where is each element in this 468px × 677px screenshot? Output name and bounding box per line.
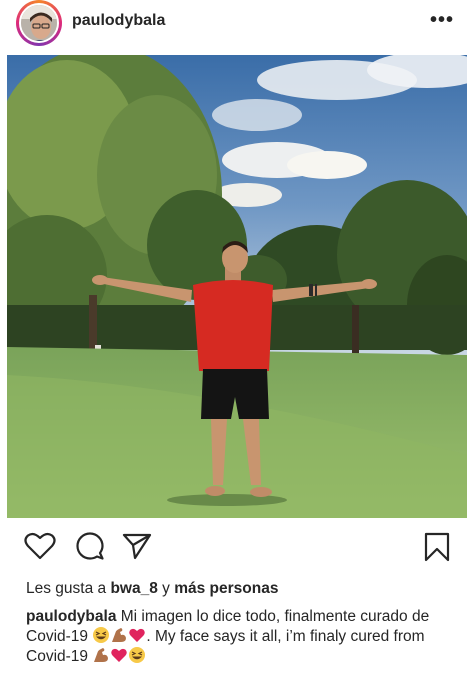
post-username[interactable]: paulodybala [72, 12, 165, 30]
post-caption: paulodybala Mi imagen lo dice todo, fina… [26, 607, 456, 666]
photo-scene [7, 55, 467, 518]
comment-icon[interactable] [75, 532, 105, 562]
more-options-icon[interactable]: ••• [430, 10, 454, 30]
avatar-image [21, 5, 57, 41]
flexed-biceps-icon [94, 648, 109, 662]
post-header: paulodybala ••• [0, 0, 468, 46]
likes-middle: y [157, 580, 175, 597]
share-direct-icon[interactable] [122, 532, 152, 560]
avatar[interactable] [19, 3, 59, 43]
caption-username[interactable]: paulodybala [26, 608, 116, 625]
action-bar [0, 528, 468, 568]
post-photo[interactable] [7, 55, 467, 518]
save-bookmark-icon[interactable] [424, 532, 450, 562]
avatar-story-ring[interactable] [16, 0, 62, 46]
likes-prefix: Les gusta a [26, 580, 111, 597]
grinning-squinting-face-icon [93, 627, 110, 643]
grinning-squinting-face-icon [129, 647, 146, 663]
like-heart-icon[interactable] [24, 532, 56, 560]
liked-by-others-link[interactable]: más personas [174, 580, 278, 597]
flexed-biceps-icon [112, 628, 127, 642]
liked-by-user-link[interactable]: bwa_8 [110, 580, 157, 597]
red-heart-icon [111, 648, 128, 662]
likes-summary: Les gusta a bwa_8 y más personas [26, 580, 278, 598]
red-heart-icon [129, 628, 146, 642]
